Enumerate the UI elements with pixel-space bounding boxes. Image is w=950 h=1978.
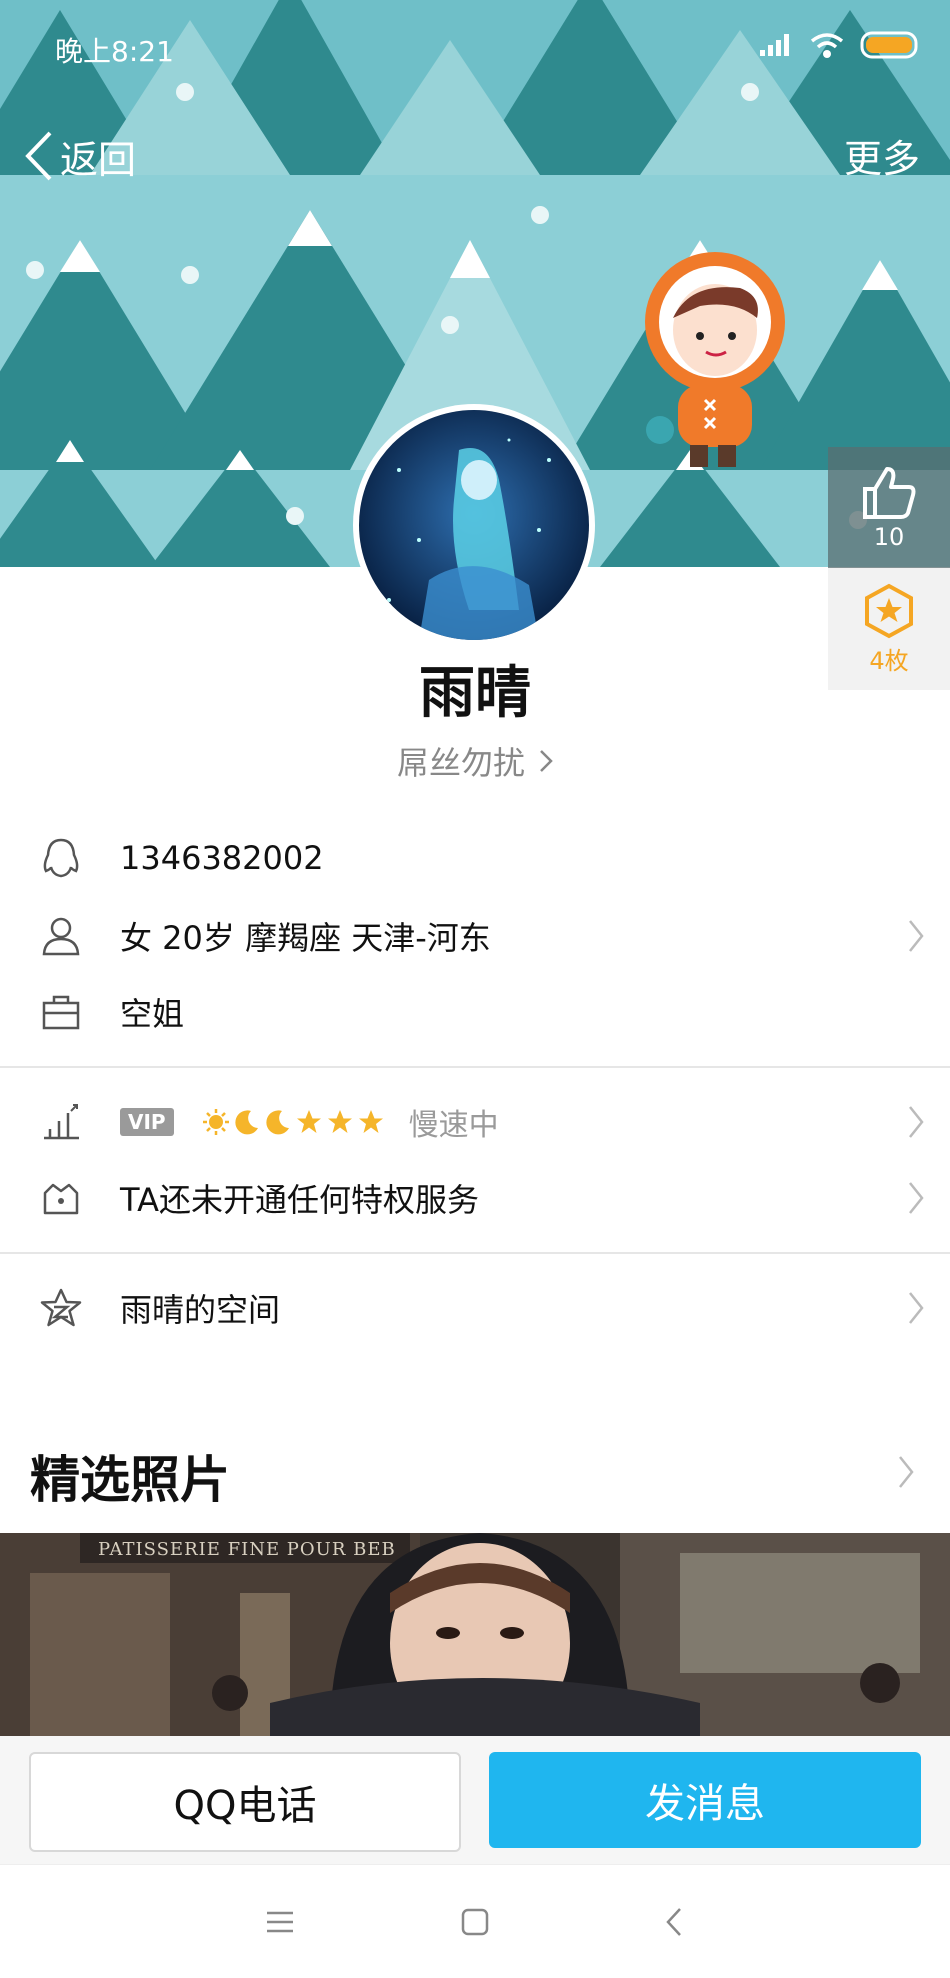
- signature-link[interactable]: 屌丝勿扰: [0, 738, 950, 784]
- qzone-star-icon: [40, 1288, 82, 1327]
- chevron-right-icon: [909, 920, 924, 952]
- qzone-row[interactable]: 雨晴的空间: [0, 1278, 950, 1338]
- chevron-right-icon: [909, 1106, 924, 1138]
- chevron-right-icon: [909, 1182, 924, 1214]
- menu-nav-button[interactable]: [258, 1900, 302, 1944]
- avatar[interactable]: [353, 404, 595, 646]
- medal-star-icon: [865, 583, 913, 638]
- occupation-row: 空姐: [0, 982, 950, 1042]
- moon-icon: [234, 1110, 258, 1135]
- vip-badge: VIP: [120, 1108, 174, 1136]
- status-time: 晚上8:21: [55, 35, 174, 68]
- thumbs-up-icon: [863, 466, 916, 519]
- star-icon: [296, 1110, 321, 1133]
- briefcase-icon: [42, 995, 80, 1030]
- signal-icon: [760, 34, 789, 56]
- signature-text: 屌丝勿扰: [396, 744, 525, 782]
- chevron-right-icon: [909, 1292, 924, 1324]
- qzone-label: 雨晴的空间: [120, 1291, 281, 1329]
- qq-number: 1346382002: [120, 839, 324, 877]
- wifi-icon: [810, 33, 844, 58]
- level-note: 慢速中: [408, 1108, 499, 1143]
- level-row[interactable]: VIP 慢速中: [0, 1092, 950, 1152]
- basic-info: 女 20岁 摩羯座 天津-河东: [120, 919, 491, 957]
- back-nav-button[interactable]: [652, 1900, 696, 1944]
- privilege-row[interactable]: TA还未开通任何特权服务: [0, 1168, 950, 1228]
- privilege-text: TA还未开通任何特权服务: [120, 1181, 479, 1219]
- sun-icon: [202, 1109, 229, 1135]
- moon-icon: [265, 1110, 289, 1135]
- back-label: 返回: [60, 137, 137, 182]
- level-icons: [202, 1108, 385, 1136]
- like-count: 10: [873, 522, 905, 551]
- battery-icon: [860, 31, 918, 59]
- chevron-left-icon: [25, 131, 52, 181]
- menu-icon: [267, 1911, 293, 1933]
- back-triangle-icon: [666, 1908, 681, 1936]
- qq-number-row: 1346382002: [0, 828, 950, 888]
- qq-call-button[interactable]: QQ电话: [29, 1752, 461, 1852]
- chevron-right-icon[interactable]: [898, 1455, 914, 1489]
- featured-photos-title: 精选照片: [30, 1451, 230, 1509]
- home-square-icon: [461, 1908, 489, 1936]
- status-icons: [760, 28, 922, 62]
- divider: [0, 1252, 950, 1254]
- like-button[interactable]: 10: [828, 447, 950, 568]
- home-nav-button[interactable]: [453, 1900, 497, 1944]
- occupation: 空姐: [120, 995, 185, 1033]
- star-icon: [327, 1110, 352, 1133]
- basic-info-row[interactable]: 女 20岁 摩羯座 天津-河东: [0, 906, 950, 966]
- avatar-image: [359, 410, 589, 640]
- more-button[interactable]: 更多: [844, 128, 920, 183]
- crown-box-icon: [43, 1183, 79, 1215]
- back-button[interactable]: 返回: [24, 128, 136, 184]
- nickname: 雨晴: [419, 661, 531, 726]
- featured-photo[interactable]: PATISSERIE FINE POUR BEB: [0, 1533, 950, 1736]
- chevron-right-icon: [540, 750, 553, 772]
- send-message-button[interactable]: 发消息: [489, 1752, 921, 1848]
- star-icon: [358, 1110, 383, 1133]
- shop-sign: PATISSERIE FINE POUR BEB: [98, 1539, 396, 1560]
- level-chart-icon: [44, 1104, 79, 1140]
- person-icon: [42, 917, 80, 956]
- divider: [0, 1066, 950, 1068]
- penguin-icon: [43, 838, 79, 878]
